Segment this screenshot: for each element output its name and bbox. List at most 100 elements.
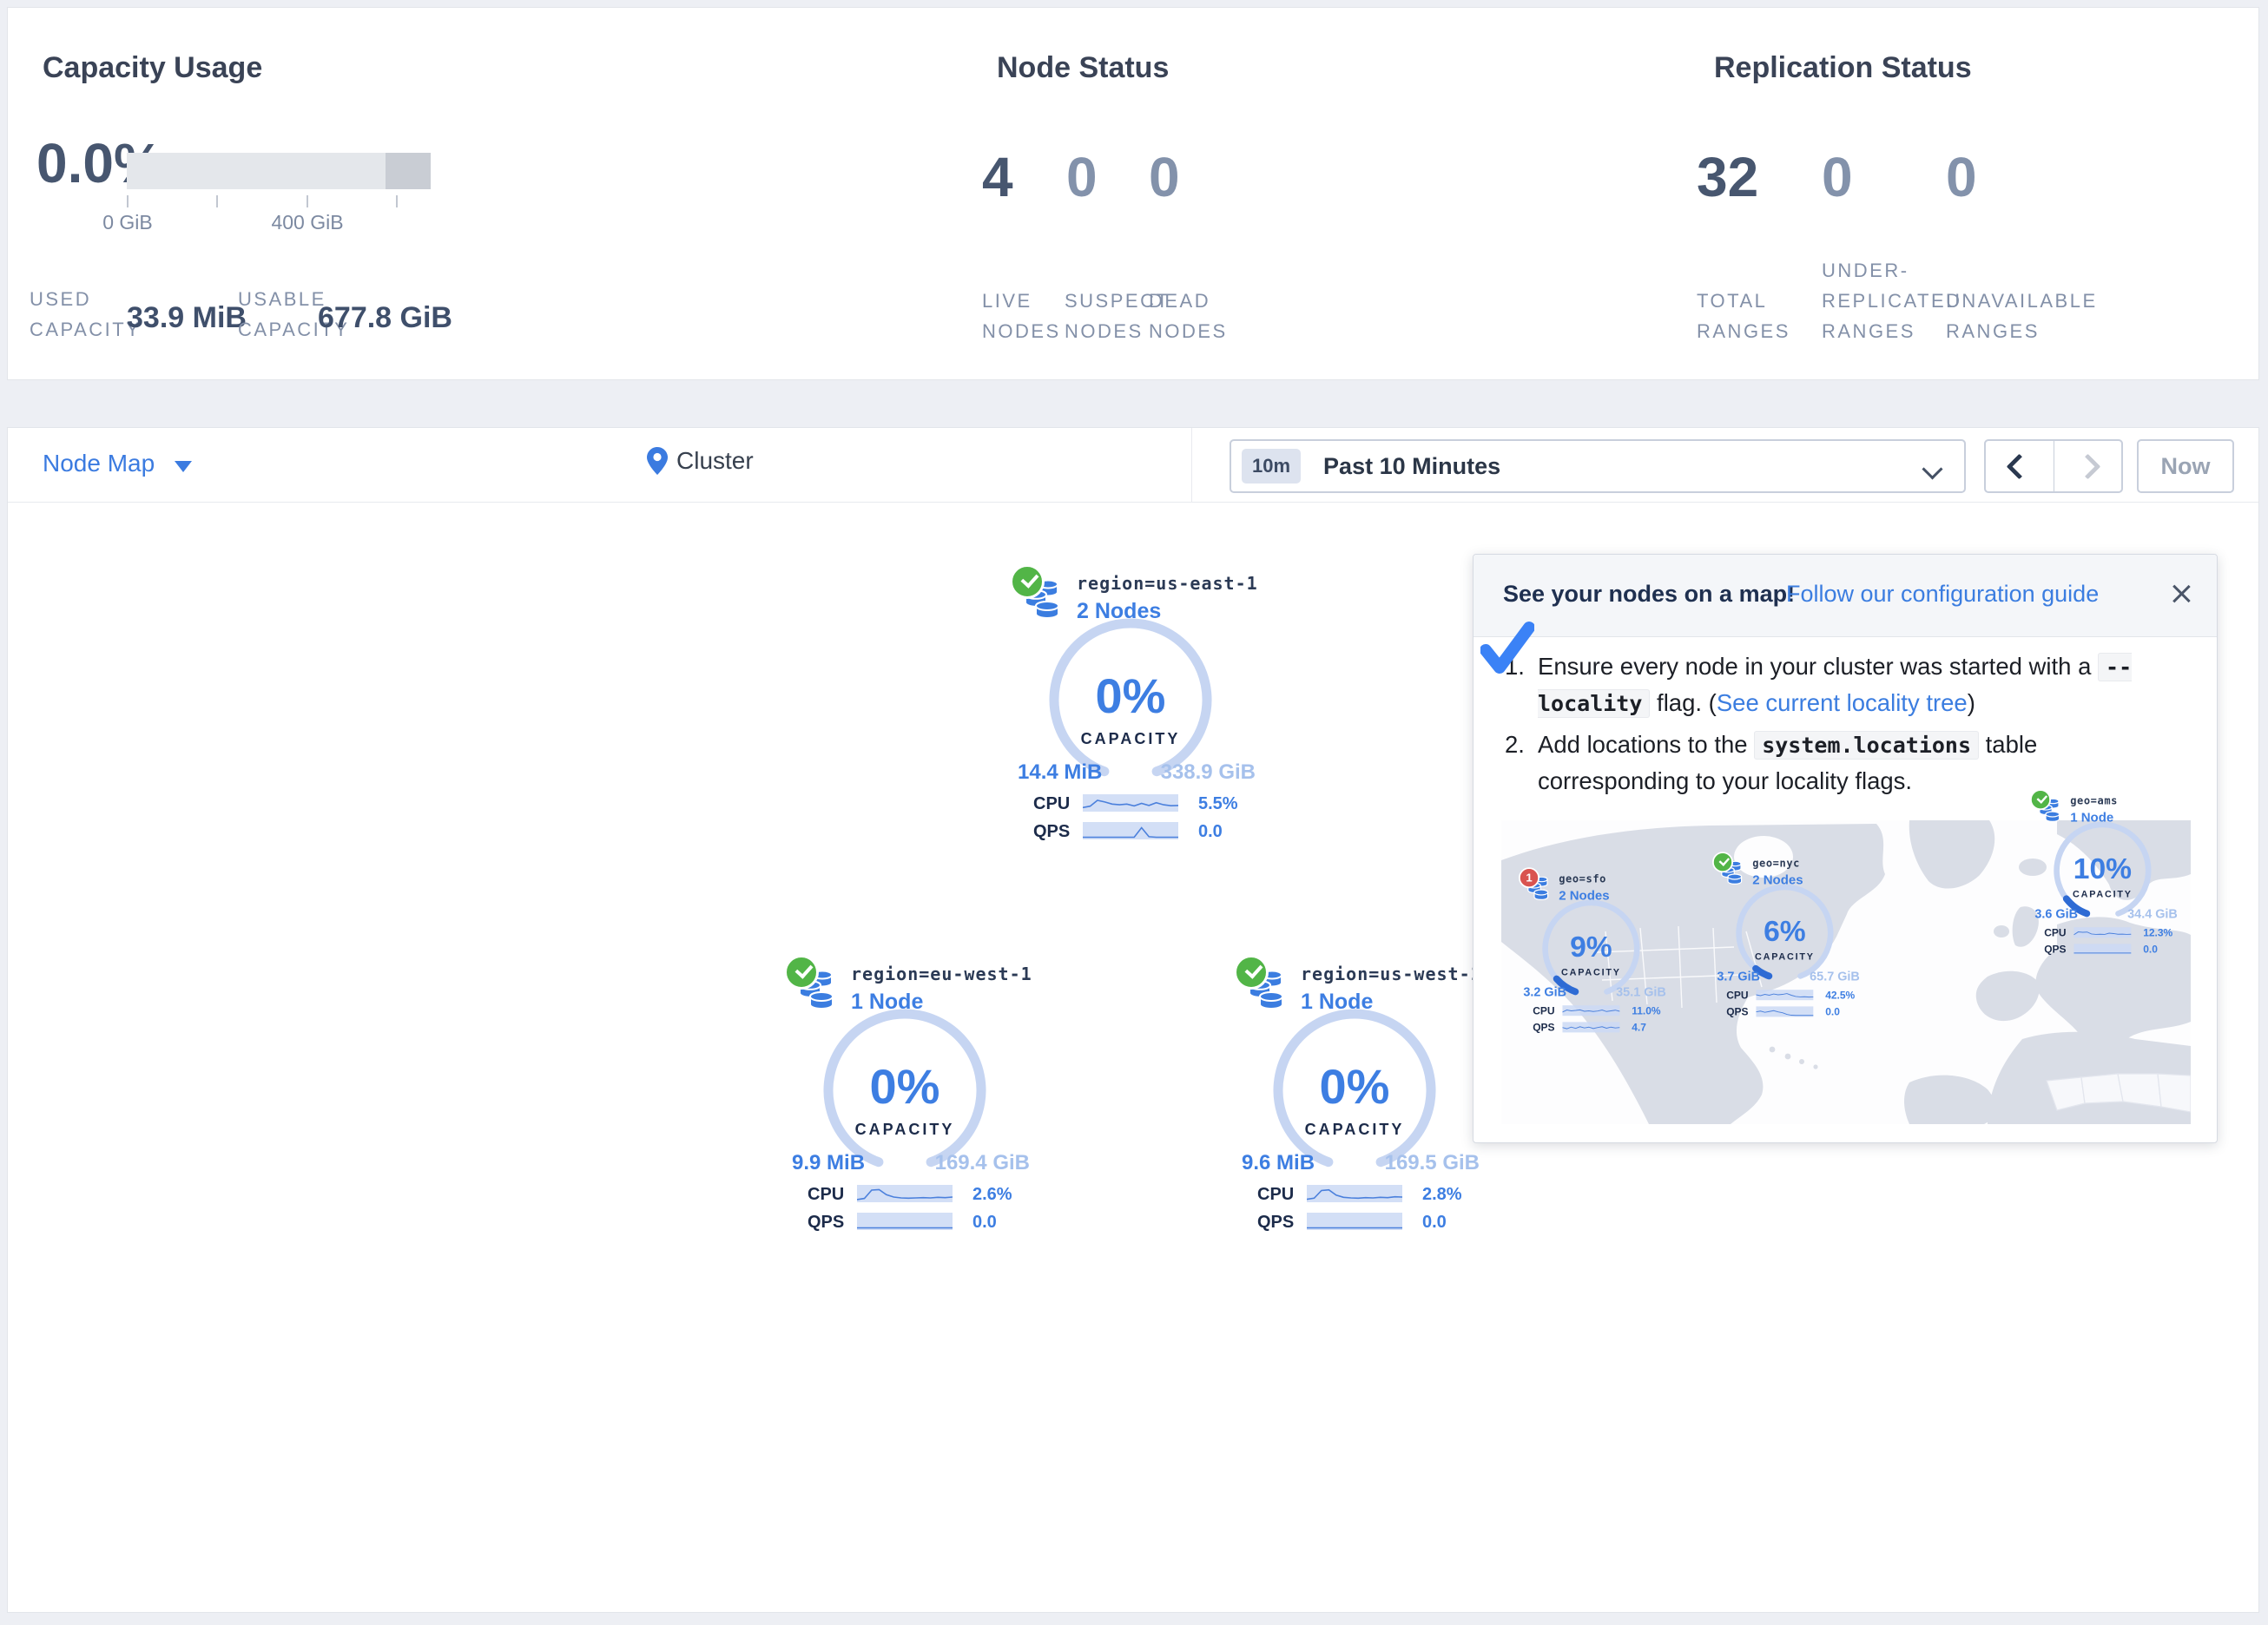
cpu-label: CPU — [1257, 1185, 1294, 1205]
cluster-overview-page: Capacity Usage 0.0% 0 GiB 400 GiB USED C… — [0, 0, 2268, 1625]
capacity-percent: 6% — [1732, 914, 1836, 948]
cpu-value: 5.5% — [1198, 794, 1238, 814]
capacity-used-value: 14.4 MiB — [1018, 760, 1102, 785]
qps-value: 0.0 — [1422, 1213, 1447, 1233]
region-marker-us-west-1[interactable]: region=us-west-1 1 Node 0% CAPACITY 9.6 … — [1234, 953, 1494, 1248]
capacity-usage-title: Capacity Usage — [43, 51, 262, 85]
breadcrumb-cluster-label: Cluster — [676, 447, 754, 475]
qps-label: QPS — [2044, 944, 2066, 956]
capacity-range: 14.4 MiB 338.9 GiB — [1018, 760, 1256, 785]
capacity-label: CAPACITY — [2050, 889, 2154, 900]
qps-row: QPS 0.0 — [1033, 821, 1259, 844]
node-status-title: Node Status — [997, 51, 1169, 85]
cpu-label: CPU — [2044, 927, 2066, 939]
dead-nodes-count: 0 — [1149, 145, 1180, 209]
qps-value: 0.0 — [972, 1213, 997, 1233]
cpu-row: CPU 11.0% — [1533, 1005, 1668, 1019]
cpu-value: 2.8% — [1422, 1185, 1462, 1205]
cpu-sparkline — [1756, 990, 1813, 1001]
region-title: geo=sfo — [1559, 872, 1606, 885]
qps-value: 4.7 — [1632, 1022, 1646, 1034]
cpu-label: CPU — [1533, 1005, 1554, 1017]
step-back-button[interactable] — [1986, 441, 2054, 491]
warning-count: 1 — [1520, 871, 1538, 885]
qps-sparkline — [1562, 1022, 1619, 1033]
chevron-left-icon — [2007, 453, 2033, 479]
step-text-fragment: ) — [1968, 689, 1975, 716]
cpu-value: 12.3% — [2143, 927, 2172, 939]
qps-row: QPS 0.0 — [2044, 944, 2179, 957]
time-range-badge: 10m — [1242, 449, 1301, 484]
axis-tick — [307, 195, 308, 207]
configuration-guide-link[interactable]: Follow our configuration guide — [1786, 581, 2099, 608]
now-button[interactable]: Now — [2137, 439, 2234, 493]
geo-marker-nyc[interactable]: geo=nyc 2 Nodes 6% CAPACITY 3.7 GiB 65.7… — [1712, 851, 1869, 1028]
qps-row: QPS 0.0 — [808, 1212, 1033, 1234]
cpu-row: CPU 2.6% — [808, 1184, 1033, 1207]
cpu-value: 2.6% — [972, 1185, 1012, 1205]
axis-tick — [216, 195, 218, 207]
capacity-percent: 0% — [1268, 1058, 1441, 1115]
axis-tick-label: 400 GiB — [255, 211, 359, 234]
qps-row: QPS 0.0 — [1726, 1006, 1862, 1020]
capacity-label: CAPACITY — [818, 1121, 992, 1139]
capacity-usable-value: 34.4 GiB — [2127, 907, 2178, 922]
status-badge — [1712, 852, 1733, 872]
capacity-percent: 0% — [818, 1058, 992, 1115]
time-step-buttons — [1984, 439, 2123, 493]
cpu-sparkline — [1083, 793, 1178, 812]
capacity-label: CAPACITY — [1539, 967, 1643, 978]
suspect-nodes-count: 0 — [1066, 145, 1098, 209]
qps-value: 0.0 — [2143, 944, 2158, 956]
cpu-row: CPU 42.5% — [1726, 990, 1862, 1003]
live-nodes-label: LIVE NODES — [982, 286, 1061, 346]
cpu-row: CPU 5.5% — [1033, 793, 1259, 816]
status-badge — [1010, 564, 1045, 599]
region-title: region=eu-west-1 — [851, 964, 1032, 984]
step-forward-button[interactable] — [2054, 441, 2122, 491]
qps-row: QPS 4.7 — [1533, 1022, 1668, 1036]
cluster-summary-bar: Capacity Usage 0.0% 0 GiB 400 GiB USED C… — [7, 7, 2259, 380]
locality-tree-link[interactable]: See current locality tree — [1717, 689, 1968, 716]
chevron-down-icon — [1922, 458, 1942, 479]
qps-value: 0.0 — [1198, 822, 1223, 842]
status-badge — [784, 955, 819, 990]
cpu-sparkline — [1307, 1184, 1402, 1203]
time-range-selector[interactable]: 10m Past 10 Minutes — [1230, 439, 1966, 493]
cpu-value: 11.0% — [1632, 1005, 1660, 1017]
geo-marker-sfo[interactable]: 1 geo=sfo 2 Nodes 9% CAPACITY 3.2 — [1519, 866, 1675, 1043]
capacity-label: CAPACITY — [1044, 730, 1217, 748]
qps-label: QPS — [1533, 1022, 1554, 1034]
capacity-label: CAPACITY — [1732, 951, 1836, 963]
step-text-fragment: Add locations to the — [1538, 731, 1754, 758]
region-title: region=us-east-1 — [1077, 573, 1258, 594]
qps-label: QPS — [808, 1213, 844, 1233]
capacity-percent: 10% — [2050, 852, 2154, 885]
breadcrumb[interactable]: Cluster — [647, 447, 754, 475]
cpu-sparkline — [857, 1184, 953, 1203]
used-capacity-label: USED CAPACITY — [30, 284, 141, 345]
capacity-used-value: 3.2 GiB — [1523, 985, 1566, 1000]
region-marker-eu-west-1[interactable]: region=eu-west-1 1 Node 0% CAPACITY 9.9 … — [784, 953, 1045, 1248]
qps-label: QPS — [1726, 1006, 1748, 1018]
geo-marker-ams[interactable]: geo=ams 1 Node 10% CAPACITY 3.6 GiB 34.4… — [2030, 788, 2186, 965]
cpu-row: CPU 12.3% — [2044, 927, 2179, 941]
region-title: geo=nyc — [1752, 857, 1800, 869]
check-icon — [795, 960, 814, 978]
qps-label: QPS — [1033, 822, 1070, 842]
popup-title: See your nodes on a map! — [1503, 581, 1795, 608]
qps-sparkline — [2074, 944, 2131, 955]
usable-capacity-value: 677.8 GiB — [318, 301, 452, 335]
axis-tick — [127, 195, 129, 207]
capacity-used-value: 3.7 GiB — [1717, 970, 1760, 984]
close-icon[interactable] — [2170, 582, 2192, 605]
code-chip: system.locations — [1754, 731, 1979, 760]
chevron-down-icon[interactable] — [175, 461, 192, 472]
setup-step-1: 1. Ensure every node in your cluster was… — [1505, 648, 2191, 721]
under-replicated-label: UNDER- REPLICATED RANGES — [1822, 255, 1962, 347]
region-marker-us-east-1[interactable]: region=us-east-1 2 Nodes 0% CAPACITY 14.… — [1010, 562, 1270, 858]
qps-sparkline — [1083, 821, 1178, 840]
view-selector-dropdown[interactable]: Node Map — [43, 450, 155, 477]
used-capacity-value: 33.9 MiB — [127, 301, 247, 335]
setup-steps: 1. Ensure every node in your cluster was… — [1505, 648, 2191, 804]
